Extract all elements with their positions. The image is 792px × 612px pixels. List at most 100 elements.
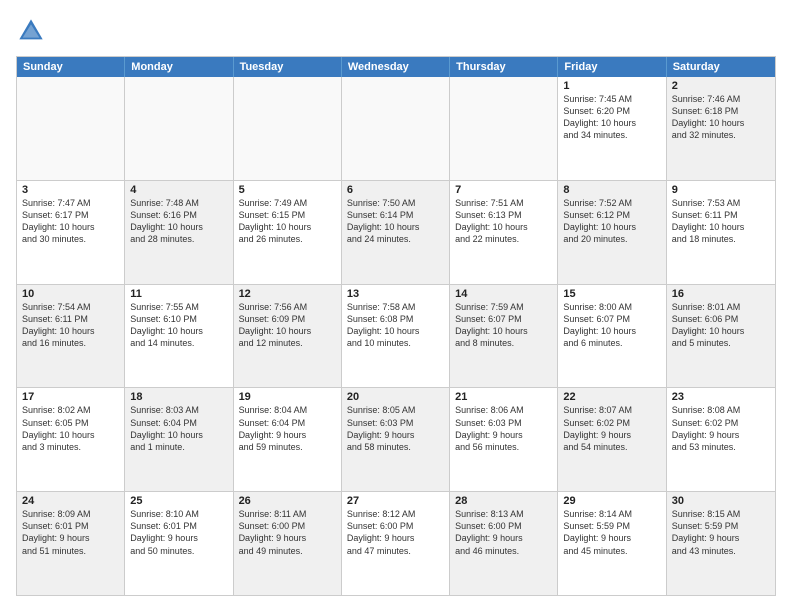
cell-info: Sunrise: 7:45 AM Sunset: 6:20 PM Dayligh… xyxy=(563,93,660,142)
day-number: 26 xyxy=(239,495,336,507)
day-number: 8 xyxy=(563,184,660,196)
calendar-cell xyxy=(17,77,125,180)
cell-info: Sunrise: 8:10 AM Sunset: 6:01 PM Dayligh… xyxy=(130,508,227,557)
cell-info: Sunrise: 7:50 AM Sunset: 6:14 PM Dayligh… xyxy=(347,197,444,246)
calendar-header-cell: Thursday xyxy=(450,57,558,77)
cell-info: Sunrise: 8:02 AM Sunset: 6:05 PM Dayligh… xyxy=(22,404,119,453)
calendar-header: SundayMondayTuesdayWednesdayThursdayFrid… xyxy=(17,57,775,77)
day-number: 11 xyxy=(130,288,227,300)
calendar-header-cell: Wednesday xyxy=(342,57,450,77)
day-number: 10 xyxy=(22,288,119,300)
calendar-cell: 17Sunrise: 8:02 AM Sunset: 6:05 PM Dayli… xyxy=(17,388,125,491)
page: SundayMondayTuesdayWednesdayThursdayFrid… xyxy=(0,0,792,612)
cell-info: Sunrise: 8:12 AM Sunset: 6:00 PM Dayligh… xyxy=(347,508,444,557)
header xyxy=(16,16,776,46)
calendar-cell: 6Sunrise: 7:50 AM Sunset: 6:14 PM Daylig… xyxy=(342,181,450,284)
cell-info: Sunrise: 7:59 AM Sunset: 6:07 PM Dayligh… xyxy=(455,301,552,350)
calendar-cell: 5Sunrise: 7:49 AM Sunset: 6:15 PM Daylig… xyxy=(234,181,342,284)
day-number: 19 xyxy=(239,391,336,403)
day-number: 29 xyxy=(563,495,660,507)
calendar-cell: 14Sunrise: 7:59 AM Sunset: 6:07 PM Dayli… xyxy=(450,285,558,388)
cell-info: Sunrise: 8:11 AM Sunset: 6:00 PM Dayligh… xyxy=(239,508,336,557)
calendar-cell xyxy=(450,77,558,180)
day-number: 13 xyxy=(347,288,444,300)
calendar-cell: 27Sunrise: 8:12 AM Sunset: 6:00 PM Dayli… xyxy=(342,492,450,595)
day-number: 27 xyxy=(347,495,444,507)
cell-info: Sunrise: 8:08 AM Sunset: 6:02 PM Dayligh… xyxy=(672,404,770,453)
cell-info: Sunrise: 8:06 AM Sunset: 6:03 PM Dayligh… xyxy=(455,404,552,453)
logo-icon xyxy=(16,16,46,46)
day-number: 4 xyxy=(130,184,227,196)
day-number: 14 xyxy=(455,288,552,300)
calendar-week-row: 17Sunrise: 8:02 AM Sunset: 6:05 PM Dayli… xyxy=(17,388,775,492)
calendar-header-cell: Sunday xyxy=(17,57,125,77)
cell-info: Sunrise: 7:54 AM Sunset: 6:11 PM Dayligh… xyxy=(22,301,119,350)
calendar-week-row: 24Sunrise: 8:09 AM Sunset: 6:01 PM Dayli… xyxy=(17,492,775,595)
calendar-cell: 20Sunrise: 8:05 AM Sunset: 6:03 PM Dayli… xyxy=(342,388,450,491)
cell-info: Sunrise: 7:58 AM Sunset: 6:08 PM Dayligh… xyxy=(347,301,444,350)
cell-info: Sunrise: 7:52 AM Sunset: 6:12 PM Dayligh… xyxy=(563,197,660,246)
day-number: 22 xyxy=(563,391,660,403)
calendar-cell: 12Sunrise: 7:56 AM Sunset: 6:09 PM Dayli… xyxy=(234,285,342,388)
calendar-cell: 30Sunrise: 8:15 AM Sunset: 5:59 PM Dayli… xyxy=(667,492,775,595)
calendar-week-row: 1Sunrise: 7:45 AM Sunset: 6:20 PM Daylig… xyxy=(17,77,775,181)
day-number: 9 xyxy=(672,184,770,196)
day-number: 21 xyxy=(455,391,552,403)
cell-info: Sunrise: 7:55 AM Sunset: 6:10 PM Dayligh… xyxy=(130,301,227,350)
day-number: 20 xyxy=(347,391,444,403)
cell-info: Sunrise: 8:09 AM Sunset: 6:01 PM Dayligh… xyxy=(22,508,119,557)
cell-info: Sunrise: 7:46 AM Sunset: 6:18 PM Dayligh… xyxy=(672,93,770,142)
cell-info: Sunrise: 8:05 AM Sunset: 6:03 PM Dayligh… xyxy=(347,404,444,453)
day-number: 2 xyxy=(672,80,770,92)
calendar: SundayMondayTuesdayWednesdayThursdayFrid… xyxy=(16,56,776,596)
calendar-cell: 3Sunrise: 7:47 AM Sunset: 6:17 PM Daylig… xyxy=(17,181,125,284)
calendar-cell: 29Sunrise: 8:14 AM Sunset: 5:59 PM Dayli… xyxy=(558,492,666,595)
cell-info: Sunrise: 7:49 AM Sunset: 6:15 PM Dayligh… xyxy=(239,197,336,246)
calendar-cell: 11Sunrise: 7:55 AM Sunset: 6:10 PM Dayli… xyxy=(125,285,233,388)
cell-info: Sunrise: 7:56 AM Sunset: 6:09 PM Dayligh… xyxy=(239,301,336,350)
calendar-cell: 22Sunrise: 8:07 AM Sunset: 6:02 PM Dayli… xyxy=(558,388,666,491)
calendar-cell xyxy=(125,77,233,180)
day-number: 7 xyxy=(455,184,552,196)
calendar-cell: 7Sunrise: 7:51 AM Sunset: 6:13 PM Daylig… xyxy=(450,181,558,284)
calendar-header-cell: Tuesday xyxy=(234,57,342,77)
calendar-header-cell: Friday xyxy=(558,57,666,77)
cell-info: Sunrise: 8:01 AM Sunset: 6:06 PM Dayligh… xyxy=(672,301,770,350)
cell-info: Sunrise: 7:51 AM Sunset: 6:13 PM Dayligh… xyxy=(455,197,552,246)
day-number: 25 xyxy=(130,495,227,507)
day-number: 5 xyxy=(239,184,336,196)
calendar-cell: 9Sunrise: 7:53 AM Sunset: 6:11 PM Daylig… xyxy=(667,181,775,284)
day-number: 17 xyxy=(22,391,119,403)
cell-info: Sunrise: 8:03 AM Sunset: 6:04 PM Dayligh… xyxy=(130,404,227,453)
calendar-cell: 28Sunrise: 8:13 AM Sunset: 6:00 PM Dayli… xyxy=(450,492,558,595)
cell-info: Sunrise: 7:53 AM Sunset: 6:11 PM Dayligh… xyxy=(672,197,770,246)
day-number: 15 xyxy=(563,288,660,300)
calendar-cell: 24Sunrise: 8:09 AM Sunset: 6:01 PM Dayli… xyxy=(17,492,125,595)
day-number: 16 xyxy=(672,288,770,300)
calendar-header-cell: Saturday xyxy=(667,57,775,77)
calendar-cell: 15Sunrise: 8:00 AM Sunset: 6:07 PM Dayli… xyxy=(558,285,666,388)
calendar-cell: 13Sunrise: 7:58 AM Sunset: 6:08 PM Dayli… xyxy=(342,285,450,388)
logo xyxy=(16,16,50,46)
cell-info: Sunrise: 8:13 AM Sunset: 6:00 PM Dayligh… xyxy=(455,508,552,557)
cell-info: Sunrise: 8:04 AM Sunset: 6:04 PM Dayligh… xyxy=(239,404,336,453)
cell-info: Sunrise: 7:48 AM Sunset: 6:16 PM Dayligh… xyxy=(130,197,227,246)
day-number: 3 xyxy=(22,184,119,196)
day-number: 1 xyxy=(563,80,660,92)
day-number: 28 xyxy=(455,495,552,507)
calendar-cell: 19Sunrise: 8:04 AM Sunset: 6:04 PM Dayli… xyxy=(234,388,342,491)
calendar-header-cell: Monday xyxy=(125,57,233,77)
calendar-week-row: 3Sunrise: 7:47 AM Sunset: 6:17 PM Daylig… xyxy=(17,181,775,285)
calendar-cell: 18Sunrise: 8:03 AM Sunset: 6:04 PM Dayli… xyxy=(125,388,233,491)
calendar-body: 1Sunrise: 7:45 AM Sunset: 6:20 PM Daylig… xyxy=(17,77,775,595)
calendar-cell: 26Sunrise: 8:11 AM Sunset: 6:00 PM Dayli… xyxy=(234,492,342,595)
day-number: 12 xyxy=(239,288,336,300)
calendar-cell: 21Sunrise: 8:06 AM Sunset: 6:03 PM Dayli… xyxy=(450,388,558,491)
calendar-cell: 16Sunrise: 8:01 AM Sunset: 6:06 PM Dayli… xyxy=(667,285,775,388)
calendar-cell: 25Sunrise: 8:10 AM Sunset: 6:01 PM Dayli… xyxy=(125,492,233,595)
calendar-cell: 10Sunrise: 7:54 AM Sunset: 6:11 PM Dayli… xyxy=(17,285,125,388)
calendar-cell: 8Sunrise: 7:52 AM Sunset: 6:12 PM Daylig… xyxy=(558,181,666,284)
calendar-cell xyxy=(342,77,450,180)
cell-info: Sunrise: 8:14 AM Sunset: 5:59 PM Dayligh… xyxy=(563,508,660,557)
cell-info: Sunrise: 8:15 AM Sunset: 5:59 PM Dayligh… xyxy=(672,508,770,557)
